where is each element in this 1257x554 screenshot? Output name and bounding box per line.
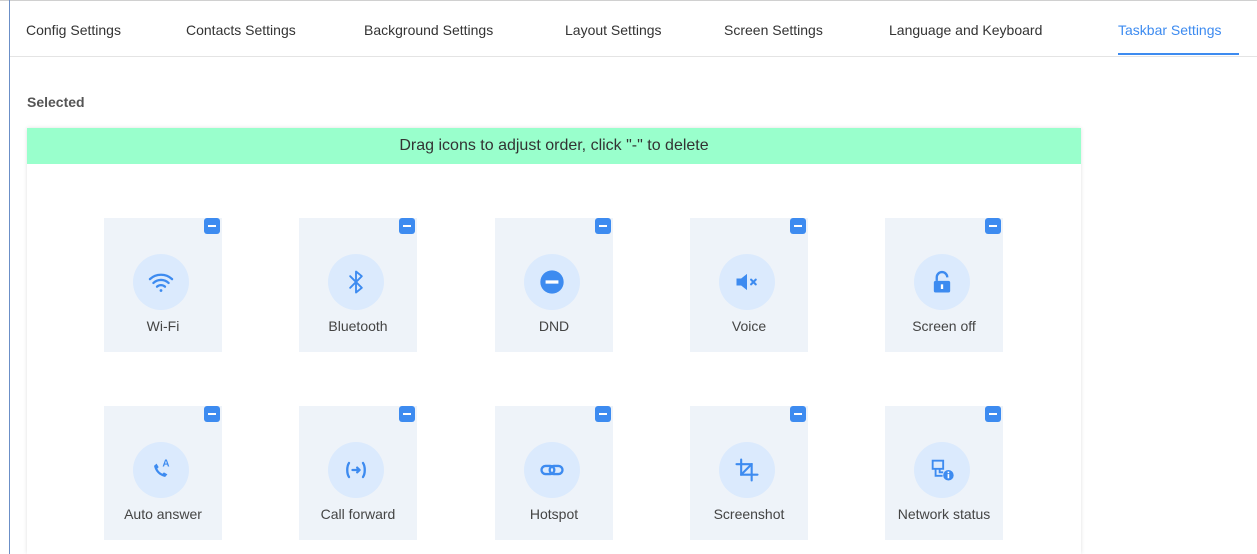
crop-icon	[719, 442, 775, 498]
bluetooth-icon	[328, 254, 384, 310]
lock-icon	[914, 254, 970, 310]
taskbar-item-dnd[interactable]: DND	[495, 218, 613, 352]
remove-wifi-button[interactable]	[204, 218, 220, 234]
link-icon	[524, 442, 580, 498]
remove-bluetooth-button[interactable]	[399, 218, 415, 234]
tab-taskbar-settings[interactable]: Taskbar Settings	[1118, 22, 1222, 38]
item-label: Hotspot	[529, 506, 579, 522]
taskbar-item-bluetooth[interactable]: Bluetooth	[299, 218, 417, 352]
remove-hotspot-button[interactable]	[595, 406, 611, 422]
window-left-border	[9, 0, 10, 554]
taskbar-item-screenshot[interactable]: Screenshot	[690, 406, 808, 540]
tab-config-settings[interactable]: Config Settings	[26, 22, 121, 38]
item-label: Wi-Fi	[146, 318, 180, 334]
item-label: Call forward	[320, 506, 396, 522]
tab-language-and-keyboard[interactable]: Language and Keyboard	[889, 22, 1042, 38]
active-tab-indicator	[1118, 53, 1239, 55]
wifi-icon	[133, 254, 189, 310]
taskbar-item-network-status[interactable]: Network status	[885, 406, 1003, 540]
remove-screen-off-button[interactable]	[985, 218, 1001, 234]
remove-screenshot-button[interactable]	[790, 406, 806, 422]
speaker-mute-icon	[719, 254, 775, 310]
instruction-banner: Drag icons to adjust order, click "-" to…	[27, 128, 1081, 164]
remove-dnd-button[interactable]	[595, 218, 611, 234]
dnd-icon	[524, 254, 580, 310]
taskbar-item-wifi[interactable]: Wi-Fi	[104, 218, 222, 352]
remove-auto-answer-button[interactable]	[204, 406, 220, 422]
svg-text:A: A	[162, 458, 169, 469]
auto-answer-icon: A	[133, 442, 189, 498]
tab-background-settings[interactable]: Background Settings	[364, 22, 493, 38]
item-label: Network status	[897, 506, 991, 522]
tab-layout-settings[interactable]: Layout Settings	[565, 22, 662, 38]
item-label: Auto answer	[124, 506, 202, 522]
call-forward-icon	[328, 442, 384, 498]
taskbar-item-call-forward[interactable]: Call forward	[299, 406, 417, 540]
item-label: Voice	[731, 318, 767, 334]
taskbar-item-screen-off[interactable]: Screen off	[885, 218, 1003, 352]
remove-call-forward-button[interactable]	[399, 406, 415, 422]
item-label: Bluetooth	[328, 318, 388, 334]
network-status-icon	[914, 442, 970, 498]
item-label: Screenshot	[713, 506, 785, 522]
item-label: Screen off	[912, 318, 976, 334]
item-label: DND	[538, 318, 570, 334]
remove-network-status-button[interactable]	[985, 406, 1001, 422]
taskbar-item-auto-answer[interactable]: A Auto answer	[104, 406, 222, 540]
tab-screen-settings[interactable]: Screen Settings	[724, 22, 823, 38]
taskbar-item-voice[interactable]: Voice	[690, 218, 808, 352]
taskbar-item-hotspot[interactable]: Hotspot	[495, 406, 613, 540]
taskbar-icons-panel: Drag icons to adjust order, click "-" to…	[27, 128, 1081, 554]
tab-contacts-settings[interactable]: Contacts Settings	[186, 22, 296, 38]
section-title: Selected	[27, 94, 85, 110]
settings-tabs: Config Settings Contacts Settings Backgr…	[10, 0, 1257, 57]
remove-voice-button[interactable]	[790, 218, 806, 234]
